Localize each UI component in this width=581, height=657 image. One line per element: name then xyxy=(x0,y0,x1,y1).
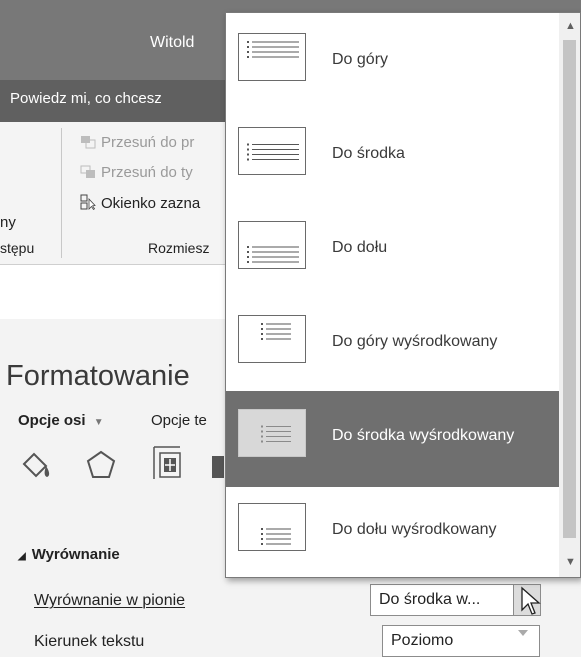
ribbon-partial-label[interactable]: ny xyxy=(0,214,16,231)
bring-forward-button[interactable]: Przesuń do pr xyxy=(80,134,194,151)
option-item[interactable]: Do środka wyśrodkowany xyxy=(226,391,561,487)
alignment-preview-icon xyxy=(238,127,306,175)
send-backward-button[interactable]: Przesuń do ty xyxy=(80,164,193,181)
mouse-cursor-icon xyxy=(521,586,541,615)
option-label: Do dołu xyxy=(332,239,388,256)
alignment-preview-icon xyxy=(238,221,306,269)
bring-forward-icon xyxy=(80,135,96,149)
section-alignment-label: Wyrównanie xyxy=(31,546,120,563)
alignment-preview-icon xyxy=(238,503,306,551)
option-label: Do dołu wyśrodkowany xyxy=(332,521,497,538)
pane-title: Formatowanie xyxy=(6,360,190,392)
bring-forward-label: Przesuń do pr xyxy=(101,134,195,151)
option-item[interactable]: Do góry xyxy=(226,15,561,111)
option-item[interactable]: Do dołu xyxy=(226,203,561,299)
effects-icon[interactable] xyxy=(84,448,118,482)
size-properties-icon[interactable] xyxy=(150,444,184,482)
account-name[interactable]: Witold xyxy=(150,34,194,52)
vertical-alignment-dropdown[interactable]: Do środka w... xyxy=(370,584,514,616)
chart-options-icon[interactable] xyxy=(212,456,226,478)
option-label: Do środka wyśrodkowany xyxy=(332,427,515,444)
tab-axis-options[interactable]: Opcje osi ▼ xyxy=(18,412,104,429)
alignment-preview-icon xyxy=(238,315,306,363)
tab-axis-options-label: Opcje osi xyxy=(18,412,86,429)
selection-pane-button[interactable]: Okienko zazna xyxy=(80,194,200,212)
option-label: Do góry xyxy=(332,51,389,68)
tell-me-input[interactable]: Powiedz mi, co chcesz xyxy=(10,90,162,107)
selection-pane-icon xyxy=(80,194,96,211)
send-backward-icon xyxy=(80,165,96,179)
scrollbar-thumb[interactable] xyxy=(563,40,576,538)
alignment-preview-icon xyxy=(238,33,306,81)
option-item[interactable]: Do dołu wyśrodkowany xyxy=(226,485,561,581)
option-item[interactable]: Do środka xyxy=(226,109,561,205)
fill-line-icon[interactable] xyxy=(18,448,54,484)
scroll-down-icon[interactable]: ▼ xyxy=(565,556,576,568)
alignment-preview-icon xyxy=(238,409,306,457)
section-alignment-header[interactable]: ◢ Wyrównanie xyxy=(18,546,120,563)
scroll-up-icon[interactable]: ▲ xyxy=(565,20,576,32)
option-label: Do środka xyxy=(332,145,405,162)
tab-text-options[interactable]: Opcje te xyxy=(151,412,207,429)
vertical-alignment-label: Wyrównanie w pionie xyxy=(34,592,186,609)
arrange-group-label: Rozmiesz xyxy=(148,240,210,256)
caret-down-icon: ▼ xyxy=(93,417,104,428)
collapse-triangle-icon: ◢ xyxy=(18,551,26,562)
text-direction-label: Kierunek tekstu xyxy=(34,633,145,650)
option-item[interactable]: Do góry wyśrodkowany xyxy=(226,297,561,393)
send-backward-label: Przesuń do ty xyxy=(101,164,193,181)
option-label: Do góry wyśrodkowany xyxy=(332,333,498,350)
ribbon-group-partial-label: stępu xyxy=(0,240,35,256)
dropdown-arrow-icon xyxy=(518,630,528,636)
ribbon-group-separator xyxy=(61,128,62,258)
selection-pane-label: Okienko zazna xyxy=(101,195,201,212)
vertical-alignment-options-list: Do góry Do środka Do dołu Do góry wyśrodkow… xyxy=(225,12,581,578)
